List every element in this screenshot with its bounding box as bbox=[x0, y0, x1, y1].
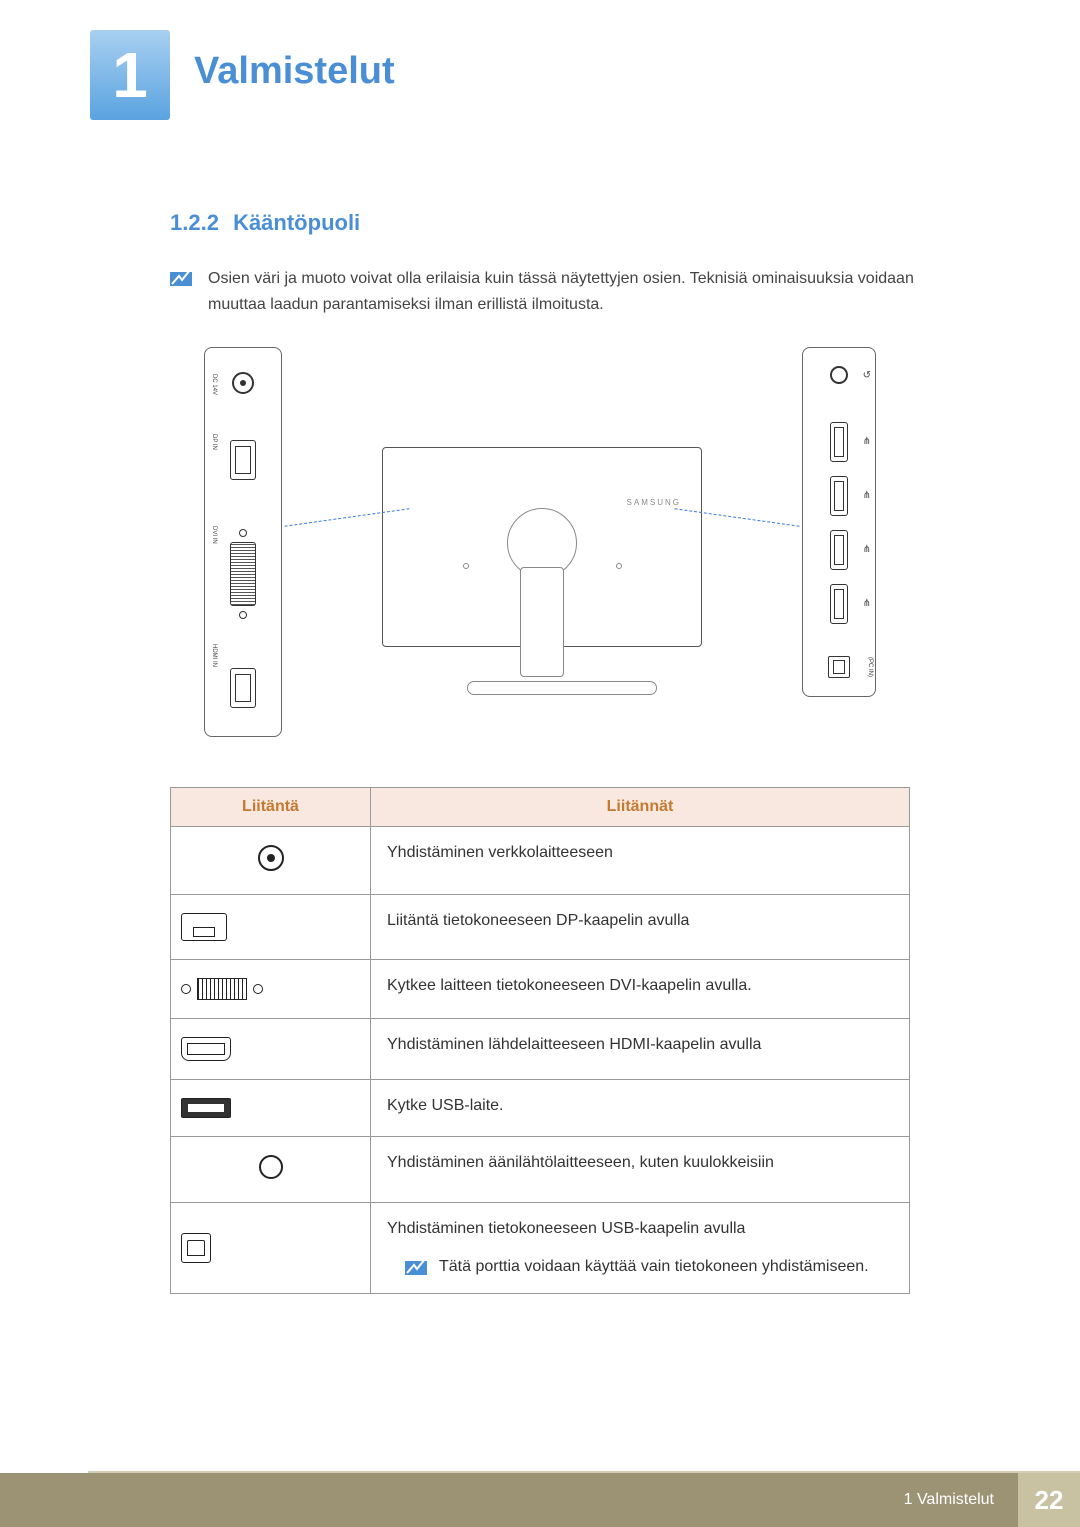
dvi-port-icon bbox=[230, 542, 256, 606]
dc-icon bbox=[258, 845, 284, 871]
usb-icon bbox=[181, 1098, 231, 1118]
usb-port-icon bbox=[830, 422, 848, 462]
hdmi-icon bbox=[181, 1037, 231, 1061]
page-header: 1 Valmistelut bbox=[90, 30, 990, 120]
label-hdmi: HDMI IN bbox=[211, 644, 217, 667]
intro-note-text: Osien väri ja muoto voivat olla erilaisi… bbox=[208, 266, 960, 317]
table-row: Kytke USB-laite. bbox=[171, 1080, 910, 1137]
dp-port-icon bbox=[230, 440, 256, 480]
table-row: Yhdistäminen verkkolaitteeseen bbox=[171, 827, 910, 895]
row-desc: Yhdistäminen äänilähtölaitteeseen, kuten… bbox=[371, 1137, 910, 1203]
dvi-icon bbox=[181, 978, 360, 1000]
note-icon bbox=[170, 268, 192, 286]
table-row: Yhdistäminen tietokoneeseen USB-kaapelin… bbox=[171, 1203, 910, 1294]
row-desc: Liitäntä tietokoneeseen DP-kaapelin avul… bbox=[371, 895, 910, 960]
page-footer: 1 Valmistelut 22 bbox=[0, 1473, 1080, 1527]
row-note-text: Tätä porttia voidaan käyttää vain tietok… bbox=[439, 1255, 869, 1279]
row-desc: Kytke USB-laite. bbox=[371, 1080, 910, 1137]
section-heading: 1.2.2 Kääntöpuoli bbox=[170, 210, 990, 236]
table-header-col1: Liitäntä bbox=[171, 788, 371, 827]
label-dp: DP IN bbox=[211, 434, 217, 450]
usb-pc-port-icon bbox=[828, 656, 850, 678]
usb-pc-icon bbox=[181, 1233, 211, 1263]
pc-in-label: (PC IN) bbox=[867, 657, 873, 677]
row-desc: Yhdistäminen verkkolaitteeseen bbox=[371, 827, 910, 895]
table-row: Yhdistäminen lähdelaitteeseen HDMI-kaape… bbox=[171, 1019, 910, 1080]
usb-port-icon bbox=[830, 476, 848, 516]
usb-port-icon bbox=[830, 530, 848, 570]
note-icon bbox=[405, 1257, 427, 1275]
page-number: 22 bbox=[1018, 1473, 1080, 1527]
table-row: Kytkee laitteen tietokoneeseen DVI-kaape… bbox=[171, 960, 910, 1019]
rear-view-figure: DC 14V DP IN DVI IN HDMI IN bbox=[170, 347, 910, 747]
row-desc: Kytkee laitteen tietokoneeseen DVI-kaape… bbox=[371, 960, 910, 1019]
dc-port-icon bbox=[232, 372, 254, 394]
section-number: 1.2.2 bbox=[170, 210, 219, 235]
usb-port-icon bbox=[830, 584, 848, 624]
chapter-number: 1 bbox=[112, 43, 148, 107]
usb-symbol: ⋔ bbox=[863, 598, 871, 609]
chapter-title: Valmistelut bbox=[194, 50, 395, 93]
chapter-badge: 1 bbox=[90, 30, 170, 120]
table-row: Liitäntä tietokoneeseen DP-kaapelin avul… bbox=[171, 895, 910, 960]
usb-symbol: ⋔ bbox=[863, 490, 871, 501]
right-port-panel: ↺ ⋔ ⋔ ⋔ ⋔ (PC IN) bbox=[802, 347, 876, 697]
usb-symbol: ⋔ bbox=[863, 544, 871, 555]
hdmi-port-icon bbox=[230, 668, 256, 708]
section-title: Kääntöpuoli bbox=[233, 210, 360, 235]
audio-icon bbox=[259, 1155, 283, 1179]
label-dvi: DVI IN bbox=[211, 526, 217, 544]
intro-note: Osien väri ja muoto voivat olla erilaisi… bbox=[170, 266, 990, 317]
usb-symbol: ⋔ bbox=[863, 436, 871, 447]
monitor-rear bbox=[292, 347, 792, 727]
table-header-col2: Liitännät bbox=[371, 788, 910, 827]
row-desc: Yhdistäminen tietokoneeseen USB-kaapelin… bbox=[387, 1220, 745, 1237]
table-row: Yhdistäminen äänilähtölaitteeseen, kuten… bbox=[171, 1137, 910, 1203]
row-desc: Yhdistäminen lähdelaitteeseen HDMI-kaape… bbox=[371, 1019, 910, 1080]
monitor-stand bbox=[467, 567, 617, 717]
connector-table: Liitäntä Liitännät Yhdistäminen verkkola… bbox=[170, 787, 910, 1294]
left-port-panel: DC 14V DP IN DVI IN HDMI IN bbox=[204, 347, 282, 737]
label-dc: DC 14V bbox=[211, 374, 217, 395]
dp-icon bbox=[181, 913, 227, 941]
headphone-symbol: ↺ bbox=[863, 370, 871, 381]
row-note: Tätä porttia voidaan käyttää vain tietok… bbox=[405, 1255, 893, 1279]
footer-crumb: 1 Valmistelut bbox=[880, 1473, 1018, 1527]
headphone-port-icon bbox=[830, 366, 848, 384]
